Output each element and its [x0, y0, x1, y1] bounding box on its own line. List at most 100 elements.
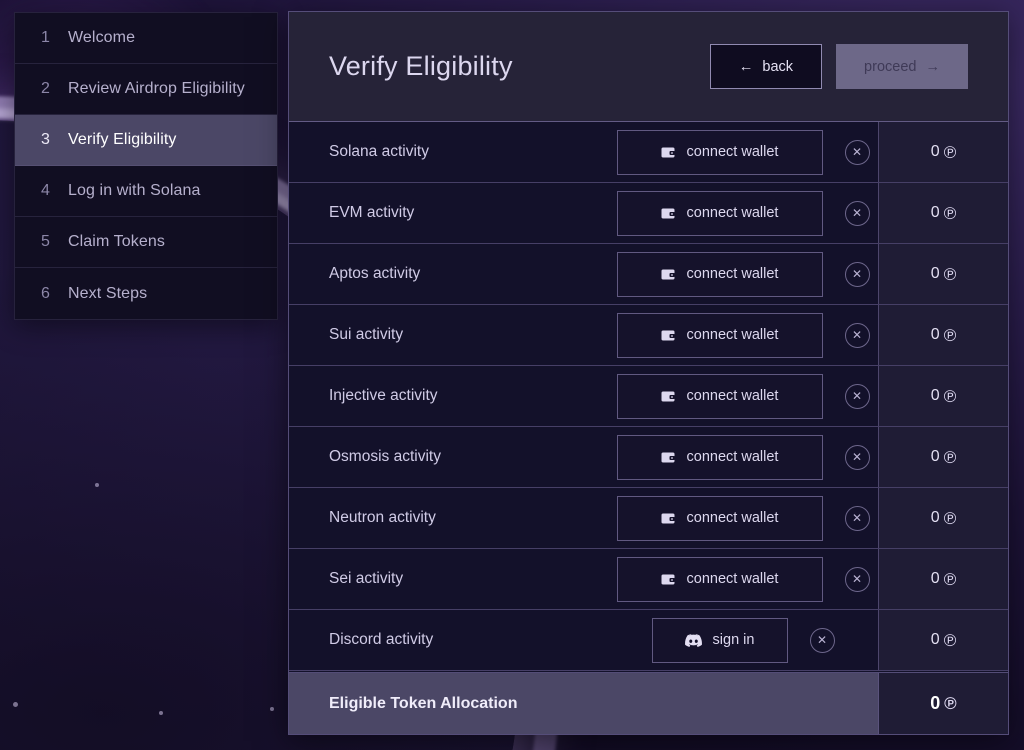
row-value-cell: 0 ℗: [878, 427, 1008, 487]
row-actions: connect wallet ✕: [614, 244, 878, 304]
page-title: Verify Eligibility: [329, 51, 513, 81]
discord-sign-in-label: sign in: [712, 632, 755, 648]
step-number: 3: [41, 131, 50, 148]
wallpaper-star: [95, 483, 99, 487]
wallpaper-star: [13, 702, 18, 707]
row-value: 0: [930, 326, 940, 343]
connect-wallet-button[interactable]: connect wallet: [616, 190, 823, 236]
connect-wallet-label: connect wallet: [686, 449, 779, 465]
step-label: Verify Eligibility: [68, 131, 177, 148]
back-button[interactable]: ← back: [710, 44, 822, 89]
main-panel: Verify Eligibility ← back proceed → Sola…: [288, 11, 1009, 735]
row-label: Sei activity: [289, 549, 614, 609]
close-circle-icon[interactable]: ✕: [844, 261, 870, 287]
wallet-icon: [661, 390, 676, 403]
row-label: Aptos activity: [289, 244, 614, 304]
sidebar-item-next-steps[interactable]: 6 Next Steps: [15, 268, 277, 319]
close-circle-icon[interactable]: ✕: [844, 505, 870, 531]
wallet-icon: [661, 451, 676, 464]
row-actions: connect wallet ✕: [614, 366, 878, 426]
connect-wallet-label: connect wallet: [686, 388, 779, 404]
discord-sign-in-button[interactable]: sign in: [651, 617, 788, 663]
row-actions: connect wallet ✕: [614, 122, 878, 182]
table-row: Neutron activity connect wallet ✕ 0 ℗: [289, 488, 1008, 549]
connect-wallet-label: connect wallet: [686, 571, 779, 587]
table-row: Sei activity connect wallet ✕ 0 ℗: [289, 549, 1008, 610]
close-circle-icon[interactable]: ✕: [844, 383, 870, 409]
connect-wallet-button[interactable]: connect wallet: [616, 251, 823, 297]
sidebar-item-welcome[interactable]: 1 Welcome: [15, 13, 277, 64]
connect-wallet-button[interactable]: connect wallet: [616, 129, 823, 175]
row-value: 0: [930, 570, 940, 587]
eligible-token-allocation-row: Eligible Token Allocation 0 ℗: [289, 672, 1008, 734]
connect-wallet-label: connect wallet: [686, 144, 779, 160]
table-row: Osmosis activity connect wallet ✕ 0 ℗: [289, 427, 1008, 488]
connect-wallet-button[interactable]: connect wallet: [616, 312, 823, 358]
row-value: 0: [930, 265, 940, 282]
wallet-icon: [661, 207, 676, 220]
row-actions: connect wallet ✕: [614, 183, 878, 243]
connect-wallet-button[interactable]: connect wallet: [616, 434, 823, 480]
proceed-button[interactable]: proceed →: [836, 44, 968, 89]
close-circle-icon[interactable]: ✕: [844, 139, 870, 165]
row-value-cell: 0 ℗: [878, 122, 1008, 182]
sidebar-item-log-in-with-solana[interactable]: 4 Log in with Solana: [15, 166, 277, 217]
row-value: 0: [930, 204, 940, 221]
back-button-label: back: [762, 58, 794, 75]
total-value: 0: [930, 693, 941, 713]
connect-wallet-label: connect wallet: [686, 205, 779, 221]
row-label: Neutron activity: [289, 488, 614, 548]
token-symbol-icon: ℗: [943, 447, 957, 467]
token-symbol-icon: ℗: [943, 630, 957, 650]
step-number: 1: [41, 29, 50, 46]
step-number: 6: [41, 284, 50, 302]
row-value-cell: 0 ℗: [878, 488, 1008, 548]
row-value: 0: [930, 631, 940, 648]
row-value: 0: [930, 448, 940, 465]
total-value-cell: 0 ℗: [878, 673, 1008, 734]
token-symbol-icon: ℗: [943, 142, 957, 162]
sidebar-item-verify-eligibility[interactable]: 3 Verify Eligibility: [15, 115, 277, 166]
row-value: 0: [930, 143, 940, 160]
wallpaper-star: [159, 711, 163, 715]
panel-header: Verify Eligibility ← back proceed →: [289, 12, 1008, 122]
token-symbol-icon: ℗: [943, 325, 957, 345]
wallet-icon: [661, 268, 676, 281]
step-number: 5: [41, 233, 50, 250]
close-circle-icon[interactable]: ✕: [844, 444, 870, 470]
connect-wallet-button[interactable]: connect wallet: [616, 495, 823, 541]
row-value-cell: 0 ℗: [878, 305, 1008, 365]
header-actions: ← back proceed →: [710, 44, 968, 89]
token-symbol-icon: ℗: [943, 203, 957, 223]
close-circle-icon[interactable]: ✕: [844, 200, 870, 226]
connect-wallet-button[interactable]: connect wallet: [616, 556, 823, 602]
row-label: Sui activity: [289, 305, 614, 365]
step-number: 2: [41, 80, 50, 97]
row-value: 0: [930, 509, 940, 526]
row-label: Discord activity: [289, 610, 614, 670]
table-row: Aptos activity connect wallet ✕ 0 ℗: [289, 244, 1008, 305]
row-label: EVM activity: [289, 183, 614, 243]
close-circle-icon[interactable]: ✕: [844, 322, 870, 348]
proceed-button-label: proceed: [864, 58, 917, 75]
row-value-cell: 0 ℗: [878, 549, 1008, 609]
step-label: Next Steps: [68, 284, 148, 302]
table-row: EVM activity connect wallet ✕ 0 ℗: [289, 183, 1008, 244]
wallpaper-star: [270, 707, 274, 711]
row-actions: connect wallet ✕: [614, 488, 878, 548]
token-symbol-icon: ℗: [944, 694, 957, 713]
row-label: Solana activity: [289, 122, 614, 182]
row-actions: connect wallet ✕: [614, 305, 878, 365]
step-label: Welcome: [68, 29, 136, 46]
row-actions: sign in ✕: [614, 610, 878, 670]
sidebar-item-review-airdrop-eligibility[interactable]: 2 Review Airdrop Eligibility: [15, 64, 277, 115]
sidebar-item-claim-tokens[interactable]: 5 Claim Tokens: [15, 217, 277, 268]
close-circle-icon[interactable]: ✕: [844, 566, 870, 592]
arrow-left-icon: ←: [738, 58, 754, 75]
close-circle-icon[interactable]: ✕: [809, 627, 835, 653]
wallet-icon: [661, 146, 676, 159]
step-label: Log in with Solana: [68, 182, 201, 199]
token-symbol-icon: ℗: [943, 386, 957, 406]
steps-sidebar: 1 Welcome 2 Review Airdrop Eligibility 3…: [14, 12, 278, 320]
connect-wallet-button[interactable]: connect wallet: [616, 373, 823, 419]
